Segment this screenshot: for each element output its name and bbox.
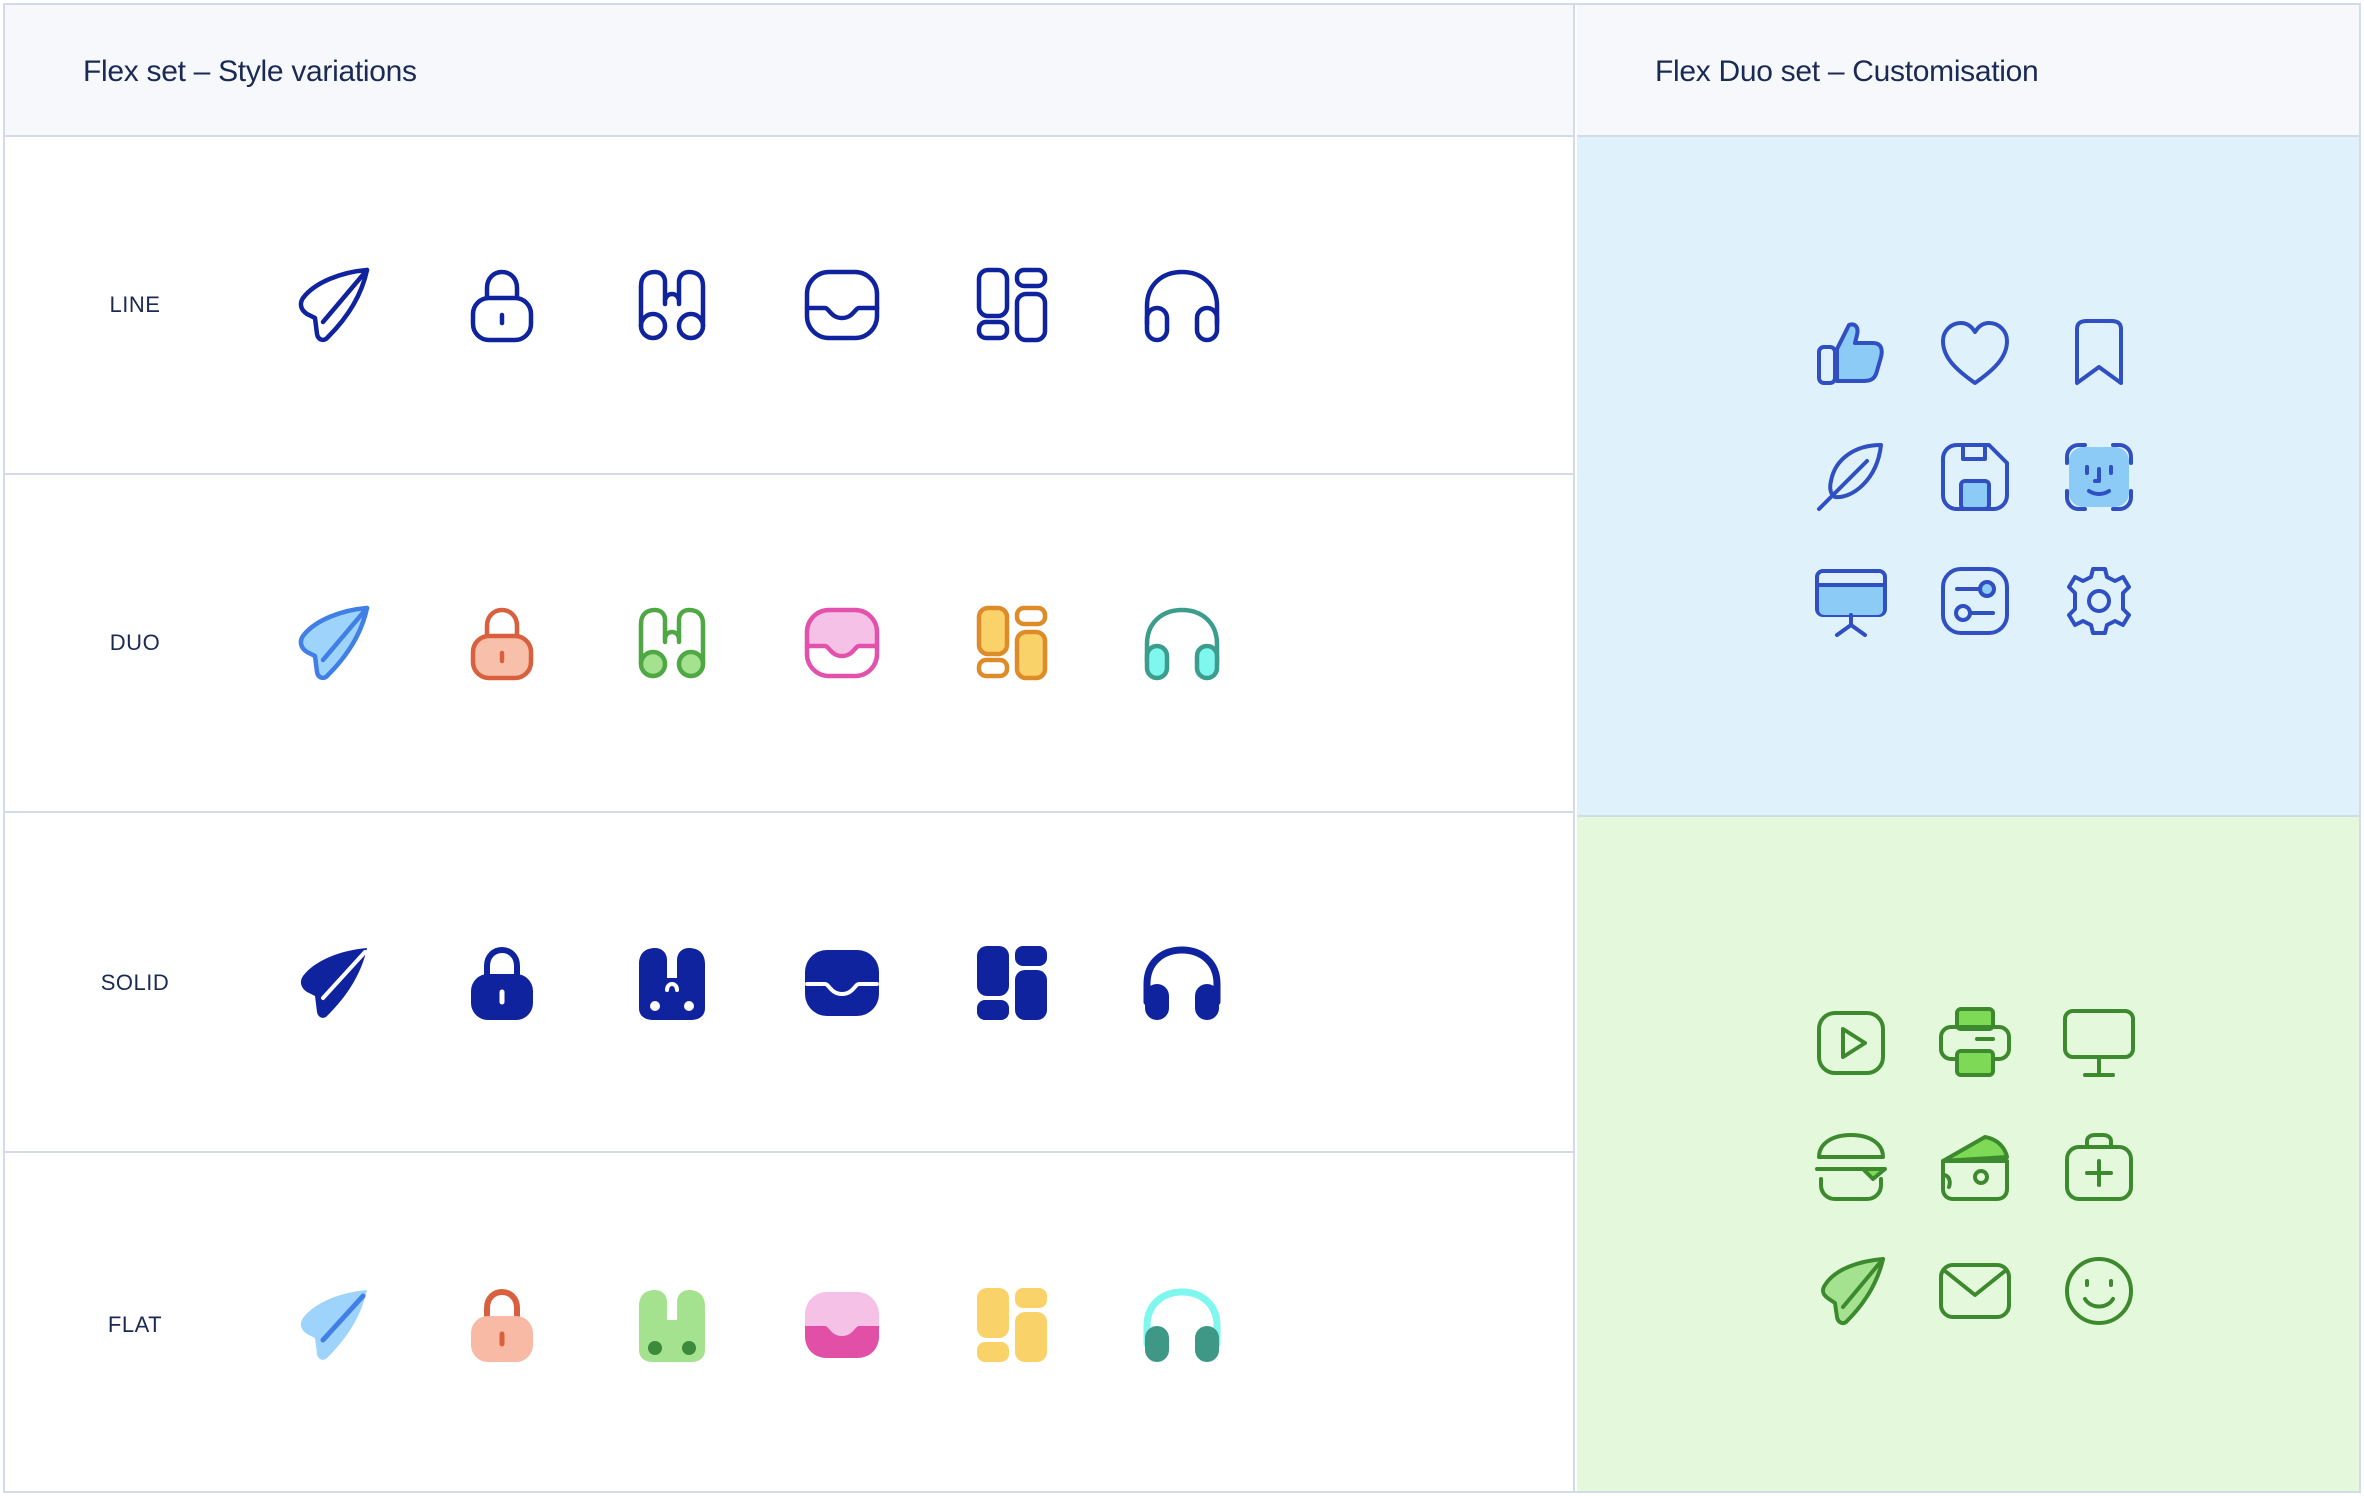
dashboard-icon <box>967 260 1057 350</box>
lock-icon <box>457 260 547 350</box>
headphones-icon <box>1137 1280 1227 1370</box>
lock-icon <box>457 1280 547 1370</box>
binoculars-icon <box>627 1280 717 1370</box>
bookmark-icon <box>2055 309 2143 397</box>
gear-icon <box>2055 557 2143 645</box>
icon-row-duo <box>287 475 1307 811</box>
customisation-column: Flex Duo set – Customisation <box>1577 5 2359 1491</box>
paper-plane-icon <box>287 938 377 1028</box>
green-icon-grid <box>1807 999 2187 1335</box>
binoculars-icon <box>627 598 717 688</box>
printer-icon <box>1931 999 2019 1087</box>
inbox-icon <box>797 260 887 350</box>
heart-icon <box>1931 309 2019 397</box>
row-label-line: LINE <box>109 292 161 317</box>
left-header: Flex set – Style variations <box>5 5 1573 137</box>
showcase-frame: Flex set – Style variations LINE DUO SOL… <box>3 3 2361 1493</box>
lock-icon <box>457 938 547 1028</box>
row-line: LINE <box>5 137 1573 475</box>
icon-row-line <box>287 137 1307 473</box>
row-flat: FLAT <box>5 1155 1573 1495</box>
row-label-solid: SOLID <box>100 970 170 995</box>
lock-icon <box>457 598 547 688</box>
floppy-disk-icon <box>1931 433 2019 521</box>
monitor-icon <box>2055 999 2143 1087</box>
row-label-duo: DUO <box>109 630 161 655</box>
paper-plane-icon <box>287 1280 377 1370</box>
cheese-icon <box>1931 1123 2019 1211</box>
row-label-flat: FLAT <box>107 1312 163 1337</box>
presentation-board-icon <box>1807 557 1895 645</box>
left-header-title: Flex set – Style variations <box>83 55 417 88</box>
feather-icon <box>1807 433 1895 521</box>
right-header-title: Flex Duo set – Customisation <box>1655 55 2039 88</box>
binoculars-icon <box>627 260 717 350</box>
headphones-icon <box>1137 938 1227 1028</box>
blue-customisation-panel <box>1577 137 2359 817</box>
play-button-icon <box>1807 999 1895 1087</box>
green-customisation-panel <box>1577 817 2359 1491</box>
first-aid-kit-icon <box>2055 1123 2143 1211</box>
dashboard-icon <box>967 938 1057 1028</box>
dashboard-icon <box>967 1280 1057 1370</box>
inbox-icon <box>797 1280 887 1370</box>
thumbs-up-icon <box>1807 309 1895 397</box>
blue-icon-grid <box>1807 309 2187 645</box>
icon-row-solid <box>287 815 1307 1151</box>
smiley-icon <box>2055 1247 2143 1335</box>
headphones-icon <box>1137 260 1227 350</box>
row-duo: DUO <box>5 475 1573 813</box>
mail-icon <box>1931 1247 2019 1335</box>
sliders-icon <box>1931 557 2019 645</box>
style-variations-column: Flex set – Style variations LINE DUO SOL… <box>5 5 1575 1491</box>
burger-icon <box>1807 1123 1895 1211</box>
inbox-icon <box>797 598 887 688</box>
paper-plane-icon <box>1807 1247 1895 1335</box>
icon-row-flat <box>287 1155 1307 1495</box>
inbox-icon <box>797 938 887 1028</box>
headphones-icon <box>1137 598 1227 688</box>
face-id-icon <box>2055 433 2143 521</box>
dashboard-icon <box>967 598 1057 688</box>
right-header: Flex Duo set – Customisation <box>1577 5 2359 137</box>
paper-plane-icon <box>287 260 377 350</box>
binoculars-icon <box>627 938 717 1028</box>
row-solid: SOLID <box>5 815 1573 1153</box>
paper-plane-icon <box>287 598 377 688</box>
